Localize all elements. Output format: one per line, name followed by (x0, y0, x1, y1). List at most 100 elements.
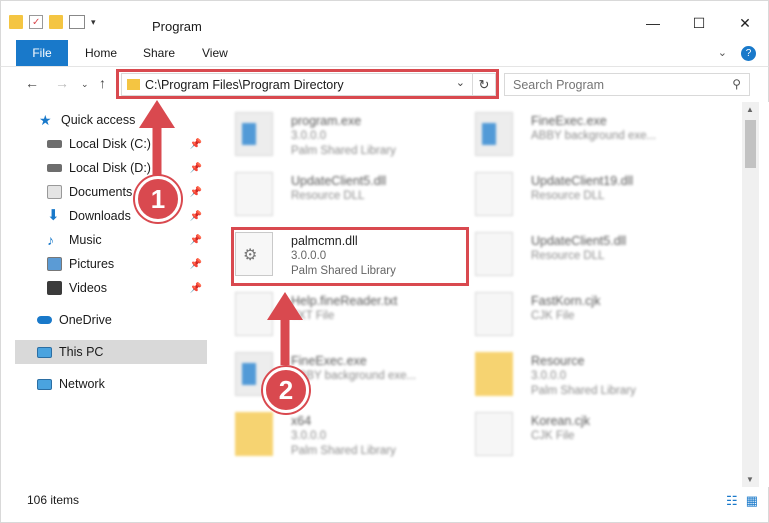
sidebar-item-documents[interactable]: Documents 📌 (47, 180, 208, 204)
search-input[interactable] (513, 74, 723, 95)
file-description: CJK File (531, 310, 575, 322)
file-item[interactable]: FineExec.exe ABBY background exe... (475, 110, 715, 164)
title-bar: ✓ ▾ Program — ☐ ✕ (0, 0, 769, 40)
file-description: TXT File (291, 310, 335, 322)
maximize-icon[interactable]: ☐ (676, 9, 722, 37)
star-icon: ★ (39, 112, 52, 128)
ribbon-expand-icon[interactable]: ⌄ (718, 46, 727, 61)
file-item[interactable]: x64 3.0.0.0 Palm Shared Library (235, 410, 475, 464)
recent-locations-icon[interactable]: ⌄ (81, 79, 89, 90)
cloud-icon (37, 316, 52, 324)
computer-icon (37, 346, 52, 358)
file-description: Resource DLL (531, 250, 605, 262)
new-folder-icon[interactable] (49, 15, 63, 29)
help-icon[interactable]: ? (741, 46, 756, 61)
sidebar-item-local-disk-c[interactable]: Local Disk (C:) 📌 (47, 132, 208, 156)
pin-icon[interactable]: 📌 (190, 259, 202, 270)
sidebar-item-label: Documents (69, 185, 133, 199)
file-highlight (231, 227, 469, 286)
network-icon (37, 378, 52, 390)
pin-icon[interactable]: 📌 (190, 283, 202, 294)
file-name: FastKorn.cjk (531, 294, 601, 308)
search-icon[interactable]: ⚲ (732, 77, 741, 91)
sidebar-item-this-pc[interactable]: This PC (15, 340, 208, 364)
txt-file-icon (235, 292, 273, 336)
ribbon: File Home Share View ⌄ ? (0, 40, 769, 66)
customize-icon[interactable] (69, 15, 85, 29)
qat-dropdown-icon[interactable]: ▾ (91, 17, 96, 28)
file-item[interactable]: FastKorn.cjk CJK File (475, 290, 715, 344)
item-count: 106 items (27, 493, 80, 507)
scroll-down-icon[interactable]: ▼ (746, 475, 754, 484)
pin-icon[interactable]: 📌 (190, 235, 202, 246)
file-item[interactable]: program.exe 3.0.0.0 Palm Shared Library (235, 110, 475, 164)
file-item[interactable]: UpdateClient19.dll Resource DLL (475, 170, 715, 224)
sidebar-item-quick-access[interactable]: ★ Quick access (39, 108, 208, 132)
sidebar-item-local-disk-d[interactable]: Local Disk (D:) 📌 (47, 156, 208, 180)
dll-file-icon (475, 232, 513, 276)
pin-icon[interactable]: 📌 (190, 139, 202, 150)
cjk-file-icon (475, 292, 513, 336)
back-icon[interactable]: ← (25, 75, 39, 91)
close-icon[interactable]: ✕ (722, 9, 768, 37)
step-badge-2: 2 (263, 367, 309, 413)
minimize-icon[interactable]: — (630, 9, 676, 37)
status-bar: 106 items ☷ ▦ (0, 487, 769, 523)
folder-icon (235, 412, 273, 456)
file-name: Korean.cjk (531, 414, 591, 428)
dll-file-icon (475, 172, 513, 216)
file-item[interactable]: Help.fineReader.txt TXT File (235, 290, 475, 344)
file-version: 3.0.0.0 (291, 130, 327, 142)
sidebar-item-music[interactable]: ♪ Music 📌 (47, 228, 208, 252)
sidebar-item-downloads[interactable]: ⬇ Downloads 📌 (47, 204, 208, 228)
file-description: Palm Shared Library (531, 385, 636, 397)
tab-file[interactable]: File (16, 40, 68, 66)
properties-icon[interactable]: ✓ (29, 15, 43, 29)
pictures-icon (47, 257, 62, 271)
sidebar-item-label: Music (69, 233, 102, 247)
details-view-icon[interactable]: ☷ (726, 493, 738, 509)
sidebar-item-pictures[interactable]: Pictures 📌 (47, 252, 208, 276)
file-description: Palm Shared Library (291, 145, 396, 157)
pin-icon[interactable]: 📌 (190, 163, 202, 174)
address-bar-highlight (116, 69, 499, 99)
folder-icon[interactable] (9, 15, 23, 29)
sidebar-item-label: Quick access (61, 113, 136, 127)
drive-icon (47, 164, 62, 172)
file-description: ABBY background exe... (291, 370, 417, 382)
file-item[interactable]: Resource 3.0.0.0 Palm Shared Library (475, 350, 715, 404)
scrollbar-thumb[interactable] (745, 120, 756, 168)
tab-view[interactable]: View (188, 40, 242, 66)
file-description: CJK File (531, 430, 575, 442)
sidebar-item-onedrive[interactable]: OneDrive (37, 308, 208, 332)
tab-home[interactable]: Home (71, 40, 131, 66)
pin-icon[interactable]: 📌 (190, 211, 202, 222)
file-description: Resource DLL (291, 190, 365, 202)
file-version: 3.0.0.0 (531, 370, 567, 382)
sidebar-item-network[interactable]: Network (37, 372, 208, 396)
file-name: FineExec.exe (291, 354, 367, 368)
up-icon[interactable]: ↑ (99, 75, 106, 91)
sidebar-item-label: Local Disk (C:) (69, 137, 151, 151)
drive-icon (47, 140, 62, 148)
search-box[interactable]: ⚲ (504, 73, 750, 96)
large-icons-view-icon[interactable]: ▦ (746, 493, 758, 509)
vertical-scrollbar[interactable]: ▲ ▼ (742, 102, 759, 487)
pin-icon[interactable]: 📌 (190, 187, 202, 198)
sidebar-item-label: OneDrive (59, 313, 112, 327)
scroll-up-icon[interactable]: ▲ (746, 105, 754, 114)
sidebar-item-videos[interactable]: Videos 📌 (47, 276, 208, 300)
file-description: Resource DLL (531, 190, 605, 202)
file-name: UpdateClient5.dll (531, 234, 627, 248)
documents-icon (47, 185, 62, 199)
navigation-pane: ★ Quick access Local Disk (C:) 📌 Local D… (0, 102, 208, 487)
file-item[interactable]: UpdateClient5.dll Resource DLL (235, 170, 475, 224)
forward-icon[interactable]: → (55, 75, 69, 91)
tab-share[interactable]: Share (129, 40, 189, 66)
file-name: UpdateClient5.dll (291, 174, 387, 188)
sidebar-item-label: Pictures (69, 257, 115, 271)
file-item[interactable]: UpdateClient5.dll Resource DLL (475, 230, 715, 284)
sidebar-item-label: Network (59, 377, 105, 391)
file-name: x64 (291, 414, 312, 428)
file-item[interactable]: Korean.cjk CJK File (475, 410, 715, 464)
